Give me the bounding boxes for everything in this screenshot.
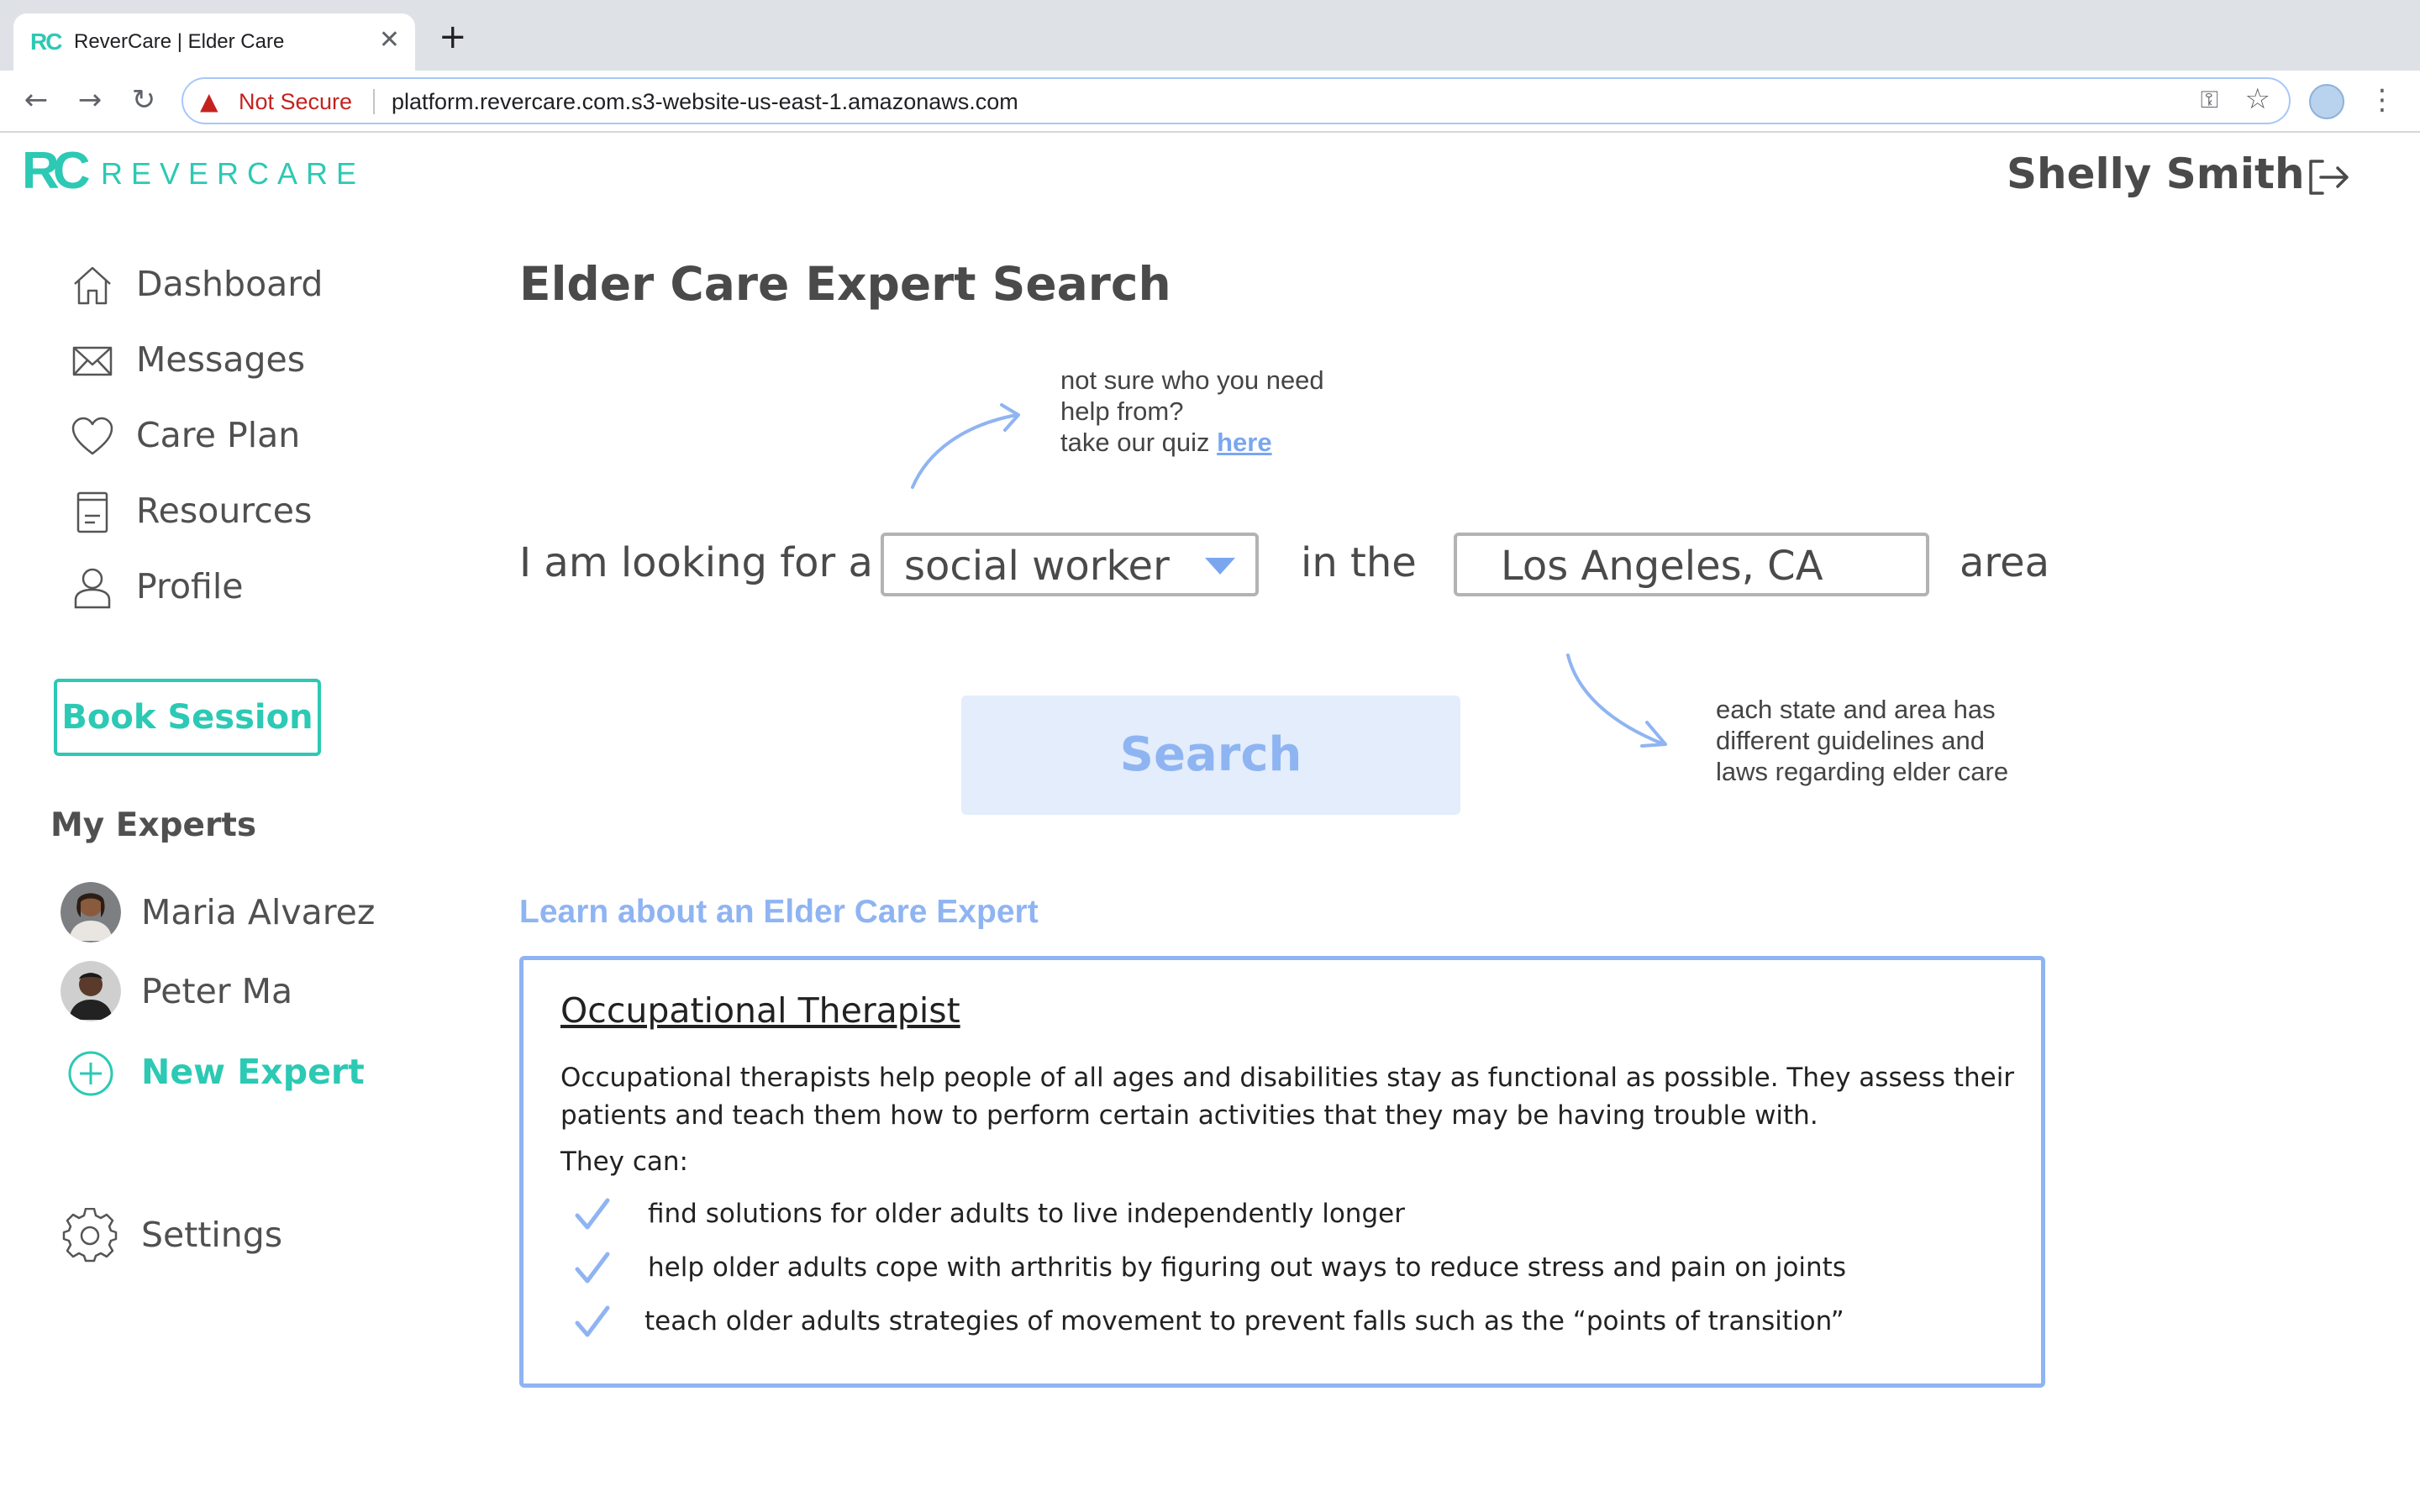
tab-close-icon[interactable]: ✕ <box>379 25 400 55</box>
expert-name: Peter Ma <box>141 971 293 1011</box>
expert-type-select[interactable]: social worker <box>881 533 1259 596</box>
my-experts-heading: My Experts <box>50 806 257 844</box>
url-text[interactable]: platform.revercare.com.s3-website-us-eas… <box>392 89 1018 115</box>
list-item-text: teach older adults strategies of movemen… <box>644 1306 1844 1336</box>
logo-mark: RC <box>22 142 91 200</box>
location-input[interactable]: Los Angeles, CA <box>1454 533 1929 596</box>
reload-icon[interactable]: ↻ <box>124 81 163 119</box>
bookmark-star-icon[interactable]: ☆ <box>2245 82 2270 116</box>
quiz-hint-line: not sure who you need <box>1060 365 1324 395</box>
state-hint-line: different guidelines and <box>1716 726 1986 755</box>
key-icon[interactable]: ⚿ <box>2201 86 2218 114</box>
logo-wordmark: REVERCARE <box>101 156 366 191</box>
browser-tab-bar: RC ReverCare | Elder Care ✕ + <box>0 0 2420 71</box>
location-value: Los Angeles, CA <box>1501 543 1823 590</box>
security-label[interactable]: Not Secure <box>239 89 352 115</box>
divider <box>373 89 375 114</box>
quiz-link[interactable]: here <box>1217 428 1271 457</box>
avatar <box>60 961 121 1021</box>
state-hint-line: laws regarding elder care <box>1716 757 2009 786</box>
quiz-hint: not sure who you need help from? take ou… <box>1060 365 1324 458</box>
chevron-down-icon <box>1205 558 1235 575</box>
list-item-text: find solutions for older adults to live … <box>648 1199 1405 1229</box>
plus-circle-icon <box>68 1051 113 1096</box>
browser-menu-icon[interactable]: ⋮ <box>2368 79 2396 121</box>
document-icon <box>76 491 108 533</box>
state-hint-line: each state and area has <box>1716 695 1996 724</box>
check-icon <box>575 1305 610 1337</box>
avatar <box>60 882 121 942</box>
new-tab-icon[interactable]: + <box>439 20 467 54</box>
new-expert-label: New Expert <box>141 1052 365 1092</box>
quiz-hint-line: take our quiz here <box>1060 427 1324 458</box>
browser-tab[interactable]: RC ReverCare | Elder Care ✕ <box>13 13 415 71</box>
settings-label: Settings <box>141 1215 283 1255</box>
state-hint: each state and area has different guidel… <box>1716 694 2008 787</box>
search-sentence-prefix: I am looking for a <box>519 539 873 586</box>
quiz-hint-arrow-icon <box>911 403 1020 489</box>
sidebar-item-label: Messages <box>136 339 306 380</box>
sidebar-item-label: Care Plan <box>136 415 301 455</box>
expert-info-card: Occupational Therapist Occupational ther… <box>519 956 2045 1388</box>
quiz-hint-line: help from? <box>1060 396 1184 426</box>
search-sentence-middle: in the <box>1301 539 1417 586</box>
browser-profile-avatar[interactable] <box>2309 84 2344 119</box>
search-sentence-suffix: area <box>1960 539 2050 586</box>
tab-title: ReverCare | Elder Care <box>74 30 285 53</box>
sidebar-item-label: Profile <box>136 566 244 606</box>
user-icon <box>74 568 111 609</box>
state-hint-arrow-icon <box>1566 654 1667 748</box>
sidebar-item-label: Dashboard <box>136 264 324 304</box>
forward-icon[interactable]: → <box>71 81 109 119</box>
mail-icon <box>72 346 113 376</box>
user-name[interactable]: Shelly Smith <box>2007 150 2305 198</box>
card-they-can: They can: <box>560 1147 688 1177</box>
logout-icon[interactable] <box>2306 156 2351 198</box>
card-description: Occupational therapists help people of a… <box>560 1063 2015 1131</box>
sidebar-item-label: Resources <box>136 491 313 531</box>
expert-name: Maria Alvarez <box>141 892 376 932</box>
quiz-hint-text: take our quiz <box>1060 428 1218 457</box>
search-button-label: Search <box>1119 727 1302 782</box>
check-icon <box>575 1198 610 1230</box>
address-bar[interactable]: ▲ Not Secure platform.revercare.com.s3-w… <box>182 77 2291 124</box>
browser-toolbar: ← → ↻ ▲ Not Secure platform.revercare.co… <box>0 71 2420 133</box>
check-icon <box>575 1252 610 1284</box>
search-button[interactable]: Search <box>961 696 1460 815</box>
gear-icon <box>62 1208 118 1263</box>
back-icon[interactable]: ← <box>17 81 55 119</box>
heart-icon <box>71 417 113 455</box>
warning-icon: ▲ <box>200 87 218 115</box>
book-session-label: Book Session <box>61 698 313 737</box>
expert-type-value: social worker <box>904 543 1170 590</box>
book-session-button[interactable]: Book Session <box>54 679 321 756</box>
page-title: Elder Care Expert Search <box>519 257 1171 311</box>
list-item-text: help older adults cope with arthritis by… <box>648 1252 1846 1283</box>
home-icon <box>74 266 111 305</box>
card-title: Occupational Therapist <box>560 990 960 1031</box>
tab-favicon: RC <box>30 29 62 55</box>
learn-heading: Learn about an Elder Care Expert <box>519 894 1039 930</box>
